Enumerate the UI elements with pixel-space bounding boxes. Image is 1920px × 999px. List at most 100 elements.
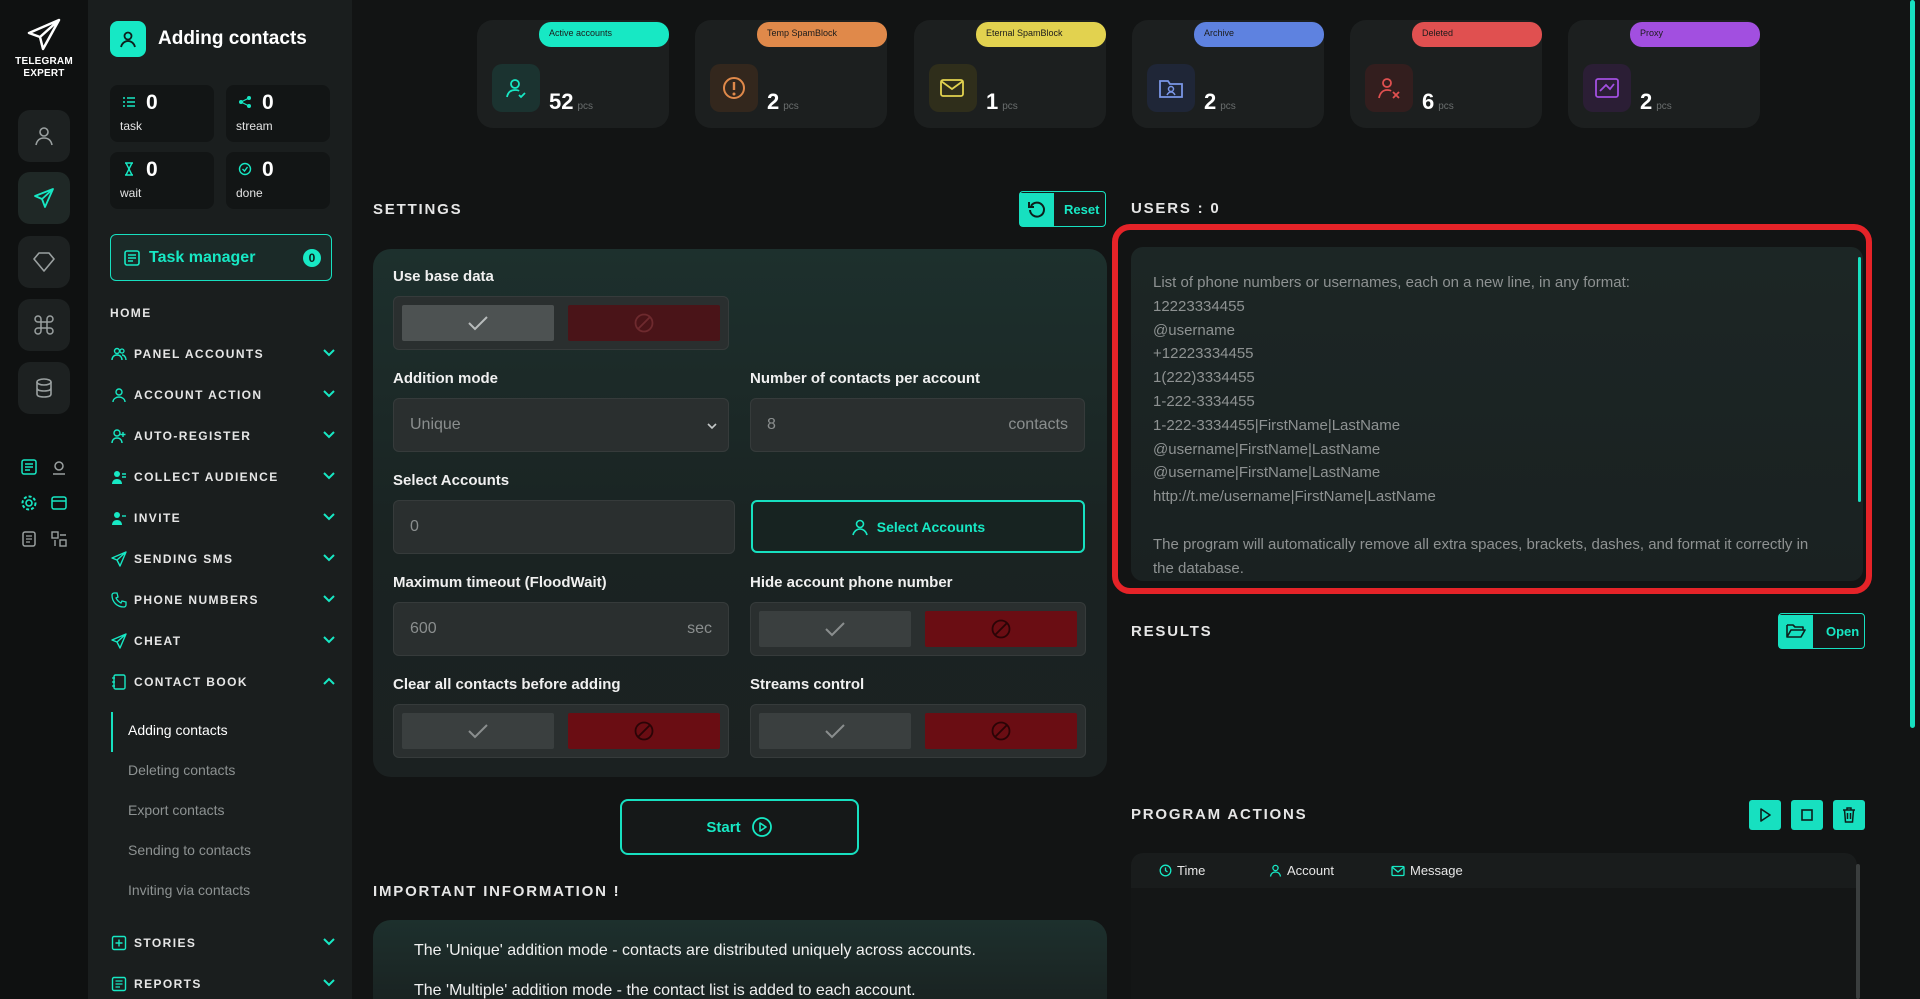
max-timeout-input[interactable]: 600 sec: [393, 602, 729, 656]
task-list-icon: [123, 97, 135, 107]
start-label: Start: [706, 818, 741, 836]
use-base-data-label: Use base data: [393, 268, 494, 285]
card-active-accounts[interactable]: Active accounts 52 pcs: [477, 20, 669, 128]
toggle-off-option[interactable]: [925, 713, 1077, 749]
select-accounts-button[interactable]: Select Accounts: [751, 500, 1085, 553]
toggle-on-option[interactable]: [402, 305, 554, 341]
hourglass-icon: [125, 162, 133, 176]
start-button[interactable]: Start: [620, 799, 859, 855]
stop-button[interactable]: [1791, 800, 1823, 830]
task-manager-button[interactable]: Task manager 0: [110, 234, 332, 281]
icon-rail: TELEGRAM EXPERT: [0, 0, 88, 999]
stat-stream: 0 stream: [226, 85, 330, 142]
log-header: Time Account Message: [1131, 853, 1857, 888]
nav-home[interactable]: HOME: [110, 306, 152, 320]
block-icon: [991, 619, 1011, 639]
app-logo: TELEGRAM EXPERT: [10, 18, 78, 80]
open-results-button[interactable]: Open: [1778, 613, 1865, 649]
user-check-icon: [492, 64, 540, 112]
streams-control-toggle[interactable]: [750, 704, 1086, 758]
rail-window-button[interactable]: [48, 492, 70, 514]
toggle-off-option[interactable]: [568, 305, 720, 341]
nav-label: CHEAT: [134, 634, 182, 648]
rail-location-button[interactable]: [48, 456, 70, 478]
col-account[interactable]: Account: [1269, 863, 1334, 878]
card-unit: pcs: [1438, 101, 1454, 112]
card-temp-spamblock[interactable]: Temp SpamBlock 2 pcs: [695, 20, 887, 128]
nav-collect-audience[interactable]: COLLECT AUDIENCE: [110, 466, 336, 488]
selected-accounts-count[interactable]: 0: [393, 500, 735, 554]
window-icon: [51, 496, 67, 510]
nav-phone-numbers[interactable]: PHONE NUMBERS: [110, 589, 336, 611]
rail-list-button[interactable]: [18, 456, 40, 478]
rail-command-button[interactable]: [18, 299, 70, 351]
page-scrollbar[interactable]: [1910, 0, 1915, 728]
card-proxy[interactable]: Proxy 2 pcs: [1568, 20, 1760, 128]
card-value-wrap: 2 pcs: [1204, 89, 1236, 115]
sub-export-contacts[interactable]: Export contacts: [128, 802, 225, 818]
nav-stories[interactable]: STORIES: [110, 932, 336, 954]
play-button[interactable]: [1749, 800, 1781, 830]
contacts-per-account-input[interactable]: 8 contacts: [750, 398, 1085, 452]
list-icon: [21, 459, 37, 475]
nav-reports[interactable]: REPORTS: [110, 973, 336, 995]
rail-grid-button[interactable]: [48, 528, 70, 550]
sub-inviting-via-contacts[interactable]: Inviting via contacts: [128, 882, 250, 898]
toggle-on-option[interactable]: [402, 713, 554, 749]
card-deleted[interactable]: Deleted 6 pcs: [1350, 20, 1542, 128]
nav-account-action[interactable]: ACCOUNT ACTION: [110, 384, 336, 406]
clear-log-button[interactable]: [1833, 800, 1865, 830]
card-eternal-spamblock[interactable]: Eternal SpamBlock 1 pcs: [914, 20, 1106, 128]
diamond-icon: [33, 252, 55, 272]
rail-telegram-button[interactable]: [18, 172, 70, 224]
chevron-down-icon: [323, 979, 335, 987]
nav-sending-sms[interactable]: SENDING SMS: [110, 548, 336, 570]
toggle-on-option[interactable]: [759, 713, 911, 749]
log-scrollbar[interactable]: [1856, 864, 1860, 999]
rail-profile-button[interactable]: [18, 110, 70, 162]
nav-auto-register[interactable]: AUTO-REGISTER: [110, 425, 336, 447]
rail-settings-button[interactable]: [18, 492, 40, 514]
reset-button[interactable]: Reset: [1019, 191, 1106, 227]
addition-mode-select[interactable]: Unique: [393, 398, 729, 452]
use-base-data-toggle[interactable]: [393, 296, 729, 350]
nav-invite[interactable]: INVITE: [110, 507, 336, 529]
results-title: RESULTS: [1131, 623, 1213, 640]
sidebar: Adding contacts 0 task 0 stream 0 wait 0…: [88, 0, 352, 999]
chevron-down-icon: [323, 472, 335, 480]
stat-task-value: 0: [146, 91, 158, 114]
user-x-icon: [1365, 64, 1413, 112]
toggle-off-option[interactable]: [568, 713, 720, 749]
active-indicator: [111, 712, 113, 752]
trash-icon: [1843, 807, 1855, 823]
sub-deleting-contacts[interactable]: Deleting contacts: [128, 762, 235, 778]
user-icon: [35, 127, 53, 146]
card-label: Active accounts: [539, 22, 669, 47]
nav-cheat[interactable]: CHEAT: [110, 630, 336, 652]
addition-mode-label: Addition mode: [393, 370, 498, 387]
clear-contacts-toggle[interactable]: [393, 704, 729, 758]
col-message[interactable]: Message: [1391, 863, 1463, 878]
toggle-off-option[interactable]: [925, 611, 1077, 647]
card-value: 2: [1204, 89, 1217, 114]
rail-document-button[interactable]: [18, 528, 40, 550]
toggle-on-option[interactable]: [759, 611, 911, 647]
nav-panel-accounts[interactable]: PANEL ACCOUNTS: [110, 343, 336, 365]
stat-task: 0 task: [110, 85, 214, 142]
sub-sending-to-contacts[interactable]: Sending to contacts: [128, 842, 251, 858]
chevron-down-icon: [323, 636, 335, 644]
clock-icon: [1159, 864, 1172, 877]
col-time[interactable]: Time: [1159, 863, 1205, 878]
rail-diamond-button[interactable]: [18, 236, 70, 288]
sub-adding-contacts[interactable]: Adding contacts: [128, 722, 228, 738]
max-timeout-label: Maximum timeout (FloodWait): [393, 574, 607, 591]
card-archive[interactable]: Archive 2 pcs: [1132, 20, 1324, 128]
hide-phone-toggle[interactable]: [750, 602, 1086, 656]
mail-blocked-icon: [929, 64, 977, 112]
task-manager-icon: [124, 249, 140, 266]
nav-contact-book[interactable]: CONTACT BOOK: [110, 671, 336, 693]
page-title: Adding contacts: [158, 28, 307, 49]
rail-database-button[interactable]: [18, 362, 70, 414]
program-actions-title: PROGRAM ACTIONS: [1131, 806, 1308, 823]
check-icon: [825, 622, 845, 637]
